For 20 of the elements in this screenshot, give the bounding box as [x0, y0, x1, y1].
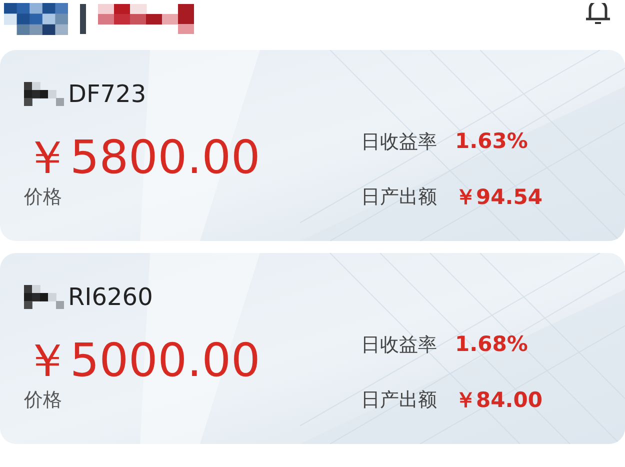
stat-value: 1.68% [455, 331, 528, 358]
stat-label: 日收益率 [361, 332, 438, 358]
redacted-mosaic [4, 3, 68, 35]
product-name: RI6260 [68, 285, 153, 309]
price-label: 价格 [24, 389, 63, 414]
stat-value: 1.63% [455, 128, 528, 155]
stat-value: ￥94.54 [455, 184, 542, 210]
price: ￥5000.00 [24, 332, 260, 389]
product-name: DF723 [68, 82, 146, 106]
price-label: 价格 [24, 186, 63, 210]
redacted-mosaic [24, 82, 64, 106]
stat-value: ￥84.00 [455, 386, 542, 414]
redacted-mosaic [24, 285, 64, 309]
product-card[interactable]: RI6260 ￥5000.00 价格 日收益率 1.68% 日产出额 ￥84.00 [0, 253, 625, 444]
stat-label: 日收益率 [361, 130, 438, 154]
stat-label: 日产出额 [361, 185, 438, 210]
product-card[interactable]: DF723 ￥5800.00 价格 日收益率 1.63% 日产出额 ￥94.54 [0, 50, 625, 241]
price: ￥5800.00 [24, 128, 260, 186]
bell-icon[interactable] [585, 3, 611, 25]
stat-label: 日产出额 [361, 388, 438, 413]
